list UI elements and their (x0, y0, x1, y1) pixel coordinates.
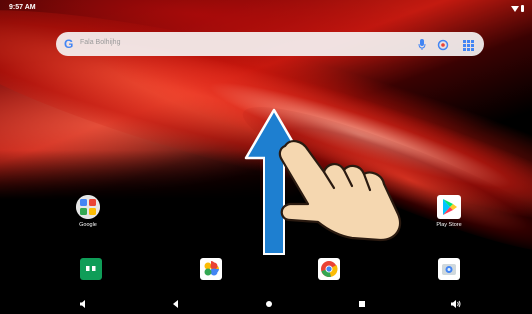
hangouts-icon[interactable] (80, 258, 102, 280)
home-screen: 9:57 AM G Fala Bolhijhg Google Play Stor… (0, 0, 532, 314)
volume-up-icon[interactable] (450, 296, 462, 314)
mic-icon[interactable] (418, 38, 426, 56)
status-bar: 9:57 AM (0, 0, 532, 18)
google-folder-icon[interactable] (76, 195, 100, 219)
wallpaper-shadow (0, 150, 260, 314)
lens-icon[interactable] (437, 38, 449, 56)
search-placeholder[interactable]: Fala Bolhijhg (80, 39, 120, 46)
camera-icon[interactable] (438, 258, 460, 280)
home-icon[interactable] (264, 296, 274, 314)
navigation-bar (0, 292, 532, 314)
recents-icon[interactable] (357, 296, 367, 314)
google-logo-icon: G (64, 37, 74, 51)
chrome-icon[interactable] (318, 258, 340, 280)
play-store-icon[interactable] (437, 195, 461, 219)
apps-grid-icon[interactable] (463, 38, 474, 56)
status-time: 9:57 AM (9, 4, 36, 11)
back-icon[interactable] (171, 296, 181, 314)
play-store-label: Play Store (436, 222, 462, 228)
photos-icon[interactable] (200, 258, 222, 280)
wifi-icon (511, 6, 519, 12)
status-icons (511, 5, 524, 12)
google-search-bar[interactable]: G Fala Bolhijhg (56, 32, 484, 56)
battery-icon (521, 5, 524, 12)
volume-down-icon[interactable] (79, 296, 89, 314)
google-folder-label: Google (79, 222, 97, 228)
